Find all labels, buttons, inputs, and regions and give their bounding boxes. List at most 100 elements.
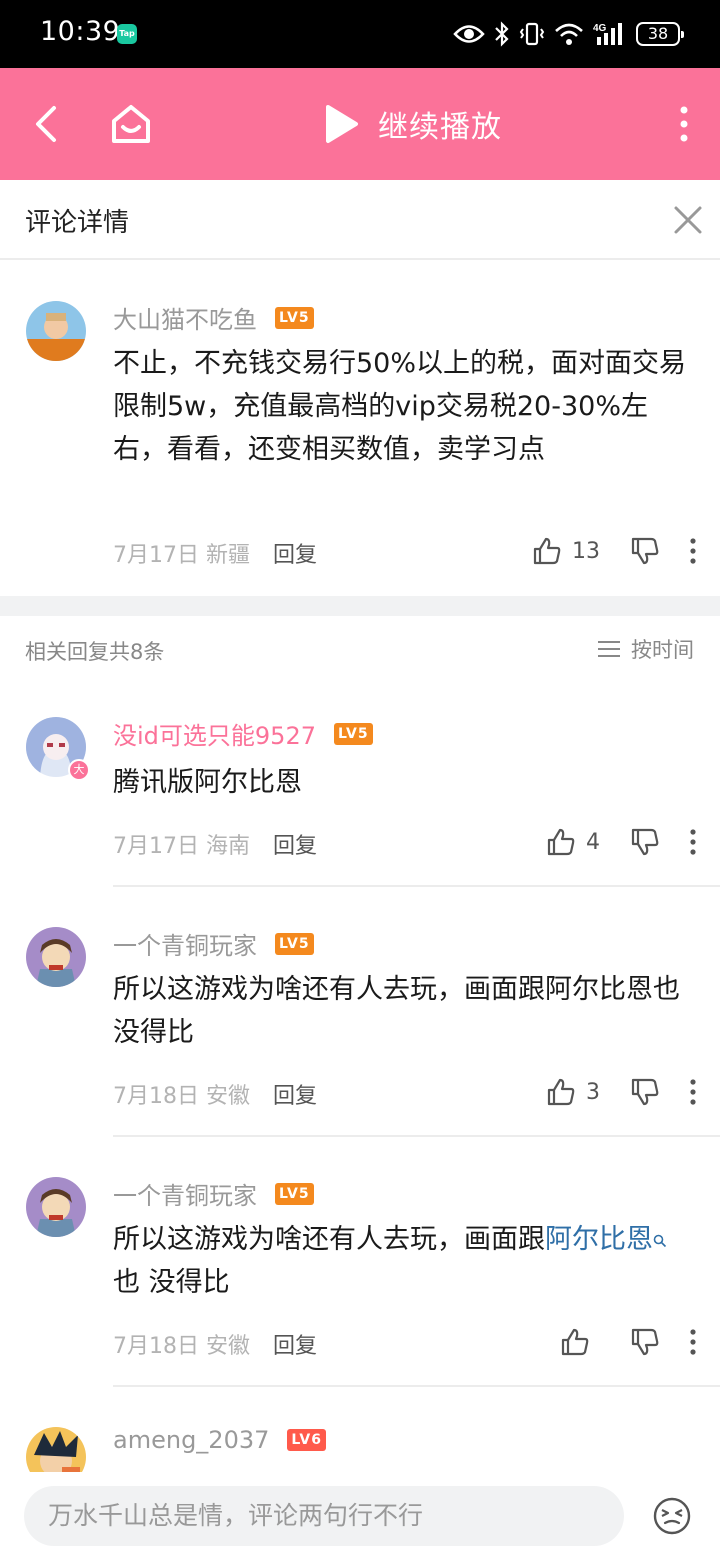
- comment-meta: 7月17日 新疆 回复: [113, 537, 317, 569]
- back-arrow-icon[interactable]: [28, 102, 68, 146]
- reply-button[interactable]: 回复: [273, 1334, 317, 1359]
- username-text: 没id可选只能9527: [113, 722, 316, 750]
- avatar[interactable]: [26, 927, 86, 987]
- like-count: 13: [572, 538, 600, 564]
- comment-actions: 13: [532, 535, 696, 567]
- bluetooth-icon: [495, 21, 509, 47]
- svg-text:4G: 4G: [593, 23, 607, 34]
- sort-button[interactable]: 按时间: [597, 634, 694, 664]
- replies-header: 相关回复共8条 按时间: [0, 616, 720, 686]
- like-button[interactable]: 13: [532, 536, 600, 566]
- avatar[interactable]: 大: [26, 717, 90, 781]
- thumbs-up-icon: [561, 1328, 589, 1356]
- reply-button[interactable]: 回复: [273, 834, 317, 859]
- username[interactable]: 大山猫不吃鱼 LV5: [113, 300, 314, 335]
- comment-input[interactable]: 万水千山总是情，评论两句行不行: [24, 1486, 624, 1546]
- comment-text-part: 也 没得比: [113, 1267, 230, 1298]
- status-bar: 10:39 Tap 4G 38: [0, 0, 720, 68]
- username[interactable]: 一个青铜玩家 LV5: [113, 926, 314, 961]
- divider: [113, 885, 720, 887]
- search-icon[interactable]: [653, 1234, 667, 1248]
- comment-meta: 7月18日 安徽 回复: [113, 1078, 317, 1110]
- comment-meta: 7月17日 海南 回复: [113, 828, 317, 860]
- comment-date: 7月18日: [113, 1084, 199, 1109]
- divider: [113, 1135, 720, 1137]
- comment-region: 安徽: [206, 1084, 251, 1109]
- comment-actions: [560, 1326, 696, 1358]
- thumbs-down-icon[interactable]: [630, 827, 660, 857]
- username[interactable]: 没id可选只能9527 LV5: [113, 716, 373, 751]
- level-badge: LV5: [275, 932, 314, 955]
- comment-input-bar: 万水千山总是情，评论两句行不行: [0, 1472, 720, 1560]
- username[interactable]: 一个青铜玩家 LV5: [113, 1176, 314, 1211]
- comment-date: 7月17日: [113, 543, 199, 568]
- like-button[interactable]: 4: [546, 827, 600, 857]
- eye-icon: [453, 25, 485, 43]
- username-text: 一个青铜玩家: [113, 1182, 257, 1210]
- username-text: 大山猫不吃鱼: [113, 306, 257, 334]
- more-options-icon[interactable]: [690, 1079, 696, 1105]
- level-badge: LV5: [333, 722, 373, 745]
- emoji-icon[interactable]: [652, 1496, 692, 1536]
- more-options-icon[interactable]: [690, 538, 696, 564]
- more-options-icon[interactable]: [690, 829, 696, 855]
- battery-icon: 38: [636, 22, 684, 46]
- tap-app-icon: Tap: [117, 24, 137, 44]
- comment-date: 7月18日: [113, 1334, 199, 1359]
- section-divider: [0, 596, 720, 616]
- thumbs-up-icon: [547, 1078, 575, 1106]
- comment-actions: 4: [546, 826, 696, 858]
- like-count: 4: [586, 829, 600, 855]
- thumbs-up-icon: [547, 828, 575, 856]
- play-icon: [326, 105, 358, 143]
- comment-region: 安徽: [206, 1334, 251, 1359]
- username-text: 一个青铜玩家: [113, 932, 257, 960]
- reply-button[interactable]: 回复: [273, 1084, 317, 1109]
- reply-button[interactable]: 回复: [273, 543, 317, 568]
- avatar[interactable]: [26, 301, 86, 361]
- vibrate-icon: [519, 22, 545, 46]
- app-bar: 继续播放: [0, 68, 720, 180]
- avatar[interactable]: [26, 1177, 86, 1237]
- system-icons: 4G 38: [453, 18, 684, 50]
- comment-region: 海南: [206, 834, 251, 859]
- like-button[interactable]: 3: [546, 1077, 600, 1107]
- reply-item: ameng_2037 LV6: [0, 1386, 720, 1472]
- keyword-link[interactable]: 阿尔比恩: [545, 1224, 653, 1255]
- page-title: 评论详情: [25, 208, 130, 238]
- comment-text: 腾讯版阿尔比恩: [113, 767, 302, 798]
- more-vertical-icon[interactable]: [676, 104, 692, 144]
- comment-detail-header: 评论详情: [0, 180, 720, 260]
- comment-meta: 7月18日 安徽 回复: [113, 1328, 317, 1360]
- comment-text: 不止，不充钱交易行50%以上的税，面对面交易限制5w，充值最高档的vip交易税2…: [113, 348, 687, 465]
- vip-badge: 大: [68, 759, 90, 781]
- thumbs-down-icon[interactable]: [630, 1327, 660, 1357]
- comment-text: 所以这游戏为啥还有人去玩，画面跟阿尔比恩也 没得比: [113, 974, 680, 1048]
- status-time: 10:39: [40, 16, 121, 47]
- username[interactable]: ameng_2037 LV6: [113, 1426, 326, 1454]
- home-icon[interactable]: [108, 101, 154, 147]
- close-icon[interactable]: [672, 204, 704, 236]
- level-badge: LV6: [287, 1429, 326, 1451]
- continue-play-label: 继续播放: [378, 110, 502, 145]
- avatar[interactable]: [26, 1427, 86, 1472]
- wifi-icon: [555, 23, 583, 45]
- username-text: ameng_2037: [113, 1426, 270, 1454]
- reply-count: 相关回复共8条: [25, 640, 165, 664]
- level-badge: LV5: [275, 306, 314, 329]
- level-badge: LV5: [275, 1182, 314, 1205]
- comment-text-part: 所以这游戏为啥还有人去玩，画面跟: [113, 1224, 545, 1255]
- comment-actions: 3: [546, 1076, 696, 1108]
- comment-date: 7月17日: [113, 834, 199, 859]
- signal-4g-icon: 4G: [593, 23, 622, 45]
- continue-play-button[interactable]: 继续播放: [322, 102, 502, 146]
- sort-lines-icon: [598, 641, 620, 657]
- more-options-icon[interactable]: [690, 1329, 696, 1355]
- thumbs-down-icon[interactable]: [630, 536, 660, 566]
- like-button[interactable]: [560, 1327, 600, 1357]
- thumbs-down-icon[interactable]: [630, 1077, 660, 1107]
- comment-text: 所以这游戏为啥还有人去玩，画面跟阿尔比恩也 没得比: [113, 1218, 693, 1304]
- comment-region: 新疆: [206, 543, 251, 568]
- thumbs-up-icon: [533, 537, 561, 565]
- like-count: 3: [586, 1079, 600, 1105]
